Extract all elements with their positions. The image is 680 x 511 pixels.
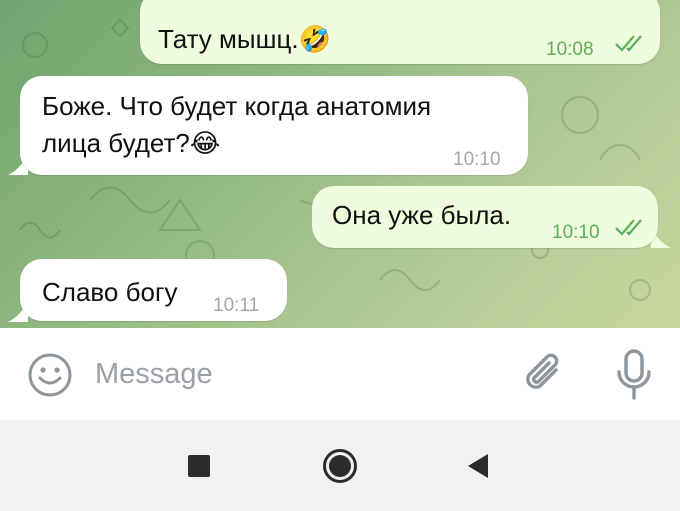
message-bubble-incoming[interactable]: Славо богу 10:11 [20, 259, 287, 321]
double-check-icon [615, 219, 642, 236]
emoji-icon[interactable] [27, 352, 73, 398]
message-text: Она уже была. [332, 200, 512, 230]
message-bubble-outgoing[interactable]: Тату мышц.🤣 10:08 [140, 0, 660, 64]
system-navigation-bar [0, 420, 680, 511]
recents-icon[interactable] [187, 454, 211, 478]
home-icon[interactable] [322, 448, 358, 484]
message-input[interactable]: Message [95, 358, 213, 391]
message-composer: Message [0, 328, 680, 420]
message-time: 10:11 [213, 295, 260, 316]
message-text-line: Боже. Что будет когда анатомия [42, 91, 432, 121]
message-bubble-incoming[interactable]: Боже. Что будет когда анатомия лица буде… [20, 76, 528, 175]
chat-area[interactable]: Тату мышц.🤣 10:08 Боже. Что будет когда … [0, 0, 680, 328]
message-time: 10:08 [546, 39, 594, 60]
back-icon[interactable] [466, 453, 490, 479]
attach-icon[interactable] [522, 350, 566, 398]
microphone-icon[interactable] [614, 348, 654, 402]
double-check-icon [615, 35, 642, 52]
message-time: 10:10 [453, 149, 501, 170]
message-bubble-outgoing[interactable]: Она уже была. 10:10 [312, 186, 658, 248]
message-time: 10:10 [552, 222, 600, 243]
message-text: Тату мышц.🤣 [158, 24, 331, 54]
message-text-line: лица будет?😂 [42, 128, 221, 158]
message-text: Славо богу [42, 277, 178, 307]
